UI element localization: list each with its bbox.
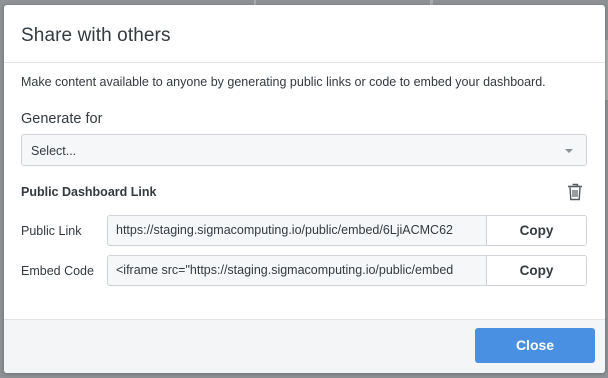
generate-for-label: Generate for [21, 111, 103, 127]
header-divider [4, 62, 605, 63]
chevron-down-icon [565, 149, 573, 153]
share-dialog: Share with others Make content available… [4, 5, 605, 373]
dialog-title: Share with others [21, 25, 171, 46]
trash-icon[interactable] [567, 183, 583, 201]
embed-code-input[interactable]: <iframe src="https://staging.sigmacomput… [108, 256, 487, 285]
embed-code-label: Embed Code [21, 264, 94, 278]
embed-code-field: <iframe src="https://staging.sigmacomput… [107, 255, 587, 286]
generate-for-select[interactable]: Select... [21, 134, 587, 166]
section-title: Public Dashboard Link [21, 185, 157, 199]
public-link-label: Public Link [21, 224, 82, 238]
select-value: Select... [31, 144, 77, 158]
public-link-field: https://staging.sigmacomputing.io/public… [107, 215, 587, 246]
close-button[interactable]: Close [475, 328, 595, 363]
public-link-input[interactable]: https://staging.sigmacomputing.io/public… [108, 216, 487, 245]
dialog-description: Make content available to anyone by gene… [21, 75, 546, 89]
copy-embed-code-button[interactable]: Copy [487, 256, 586, 285]
copy-public-link-button[interactable]: Copy [487, 216, 586, 245]
